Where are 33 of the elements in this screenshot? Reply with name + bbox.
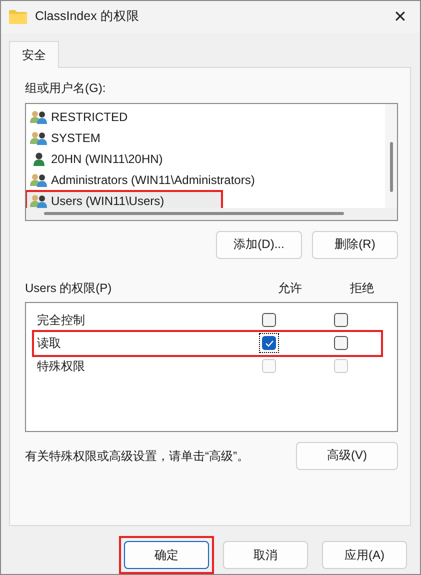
- permission-name: 读取: [37, 334, 62, 352]
- user-item[interactable]: RESTRICTED: [26, 106, 382, 128]
- dialog-button[interactable]: 添加(D)...: [216, 230, 302, 259]
- checkbox[interactable]: [334, 313, 348, 328]
- permission-name: 完全控制: [37, 312, 86, 329]
- close-button[interactable]: ✕: [388, 6, 412, 27]
- folder-icon: [9, 10, 27, 24]
- column-heading: 允许: [277, 280, 303, 297]
- user-group-icon: [30, 110, 48, 124]
- advanced-hint: 有关特殊权限或高级设置，请单击“高级”。: [25, 448, 249, 465]
- tab[interactable]: 安全: [9, 40, 59, 68]
- checkbox[interactable]: [334, 336, 348, 350]
- advanced-button[interactable]: 高级(V): [296, 442, 398, 470]
- window-title: ClassIndex 的权限: [35, 8, 140, 26]
- dialog-button[interactable]: 确定: [124, 541, 209, 569]
- user-item[interactable]: Administrators (WIN11\Administrators): [26, 170, 382, 191]
- checkbox[interactable]: [262, 313, 276, 328]
- scrollbar-thumb[interactable]: [44, 212, 344, 216]
- user-item[interactable]: 20HN (WIN11\20HN): [26, 148, 382, 170]
- user-group-icon: [30, 131, 48, 146]
- check-icon: [264, 340, 274, 347]
- user-group-icon: [30, 194, 48, 208]
- user-group-icon: [30, 173, 48, 188]
- dialog-button[interactable]: 应用(A): [322, 541, 407, 569]
- group-label: 组或用户名(G):: [25, 80, 107, 97]
- dialog-button[interactable]: 取消: [223, 541, 308, 569]
- scrollbar-thumb[interactable]: [390, 142, 392, 192]
- user-item[interactable]: Users (WIN11\Users): [26, 190, 222, 208]
- permission-name: 特殊权限: [37, 358, 86, 375]
- dialog-button[interactable]: 删除(R): [312, 230, 398, 259]
- permissions-label: Users 的权限(P): [25, 280, 113, 297]
- column-heading: 拒绝: [349, 280, 375, 297]
- user-item[interactable]: SYSTEM: [26, 128, 382, 149]
